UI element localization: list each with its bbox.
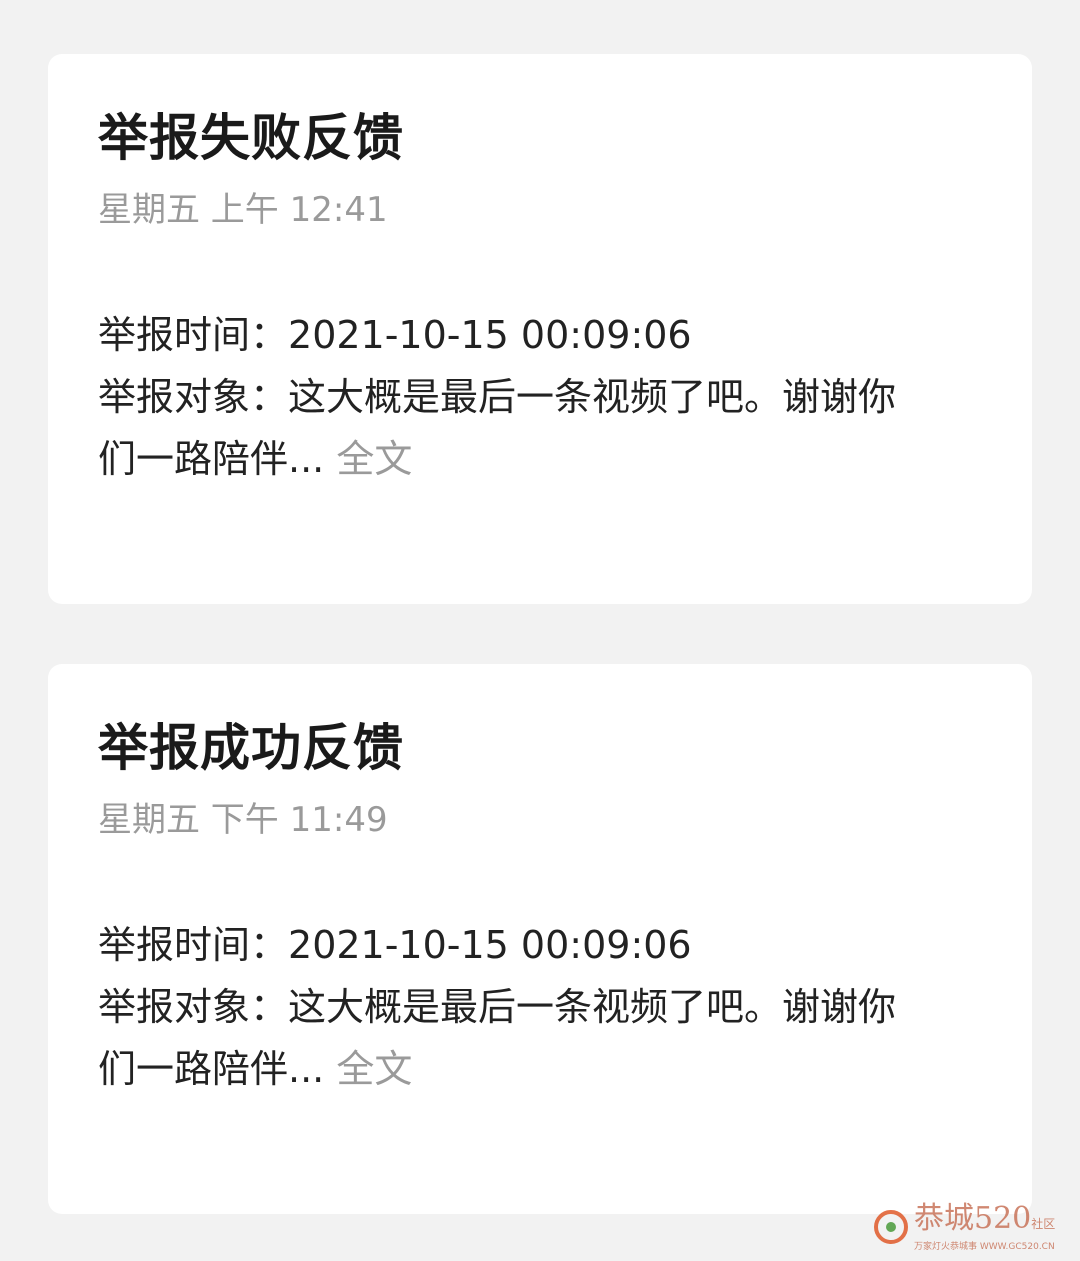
report-time-value: 2021-10-15 00:09:06: [288, 313, 692, 357]
report-target-value-cont: 们一路陪伴...: [98, 437, 325, 481]
report-target-line: 举报对象：这大概是最后一条视频了吧。谢谢你: [98, 976, 988, 1038]
report-time-line: 举报时间：2021-10-15 00:09:06: [98, 304, 988, 366]
report-target-line: 举报对象：这大概是最后一条视频了吧。谢谢你: [98, 366, 988, 428]
report-target-value: 这大概是最后一条视频了吧。谢谢你: [288, 985, 897, 1029]
site-watermark: 恭城520社区 万家灯火恭城事 WWW.GC520.CN: [874, 1197, 1074, 1257]
card-title: 举报成功反馈: [98, 719, 404, 777]
expand-full-text-link[interactable]: 全文: [336, 1047, 412, 1091]
report-target-value: 这大概是最后一条视频了吧。谢谢你: [288, 375, 897, 419]
report-target-line-2: 们一路陪伴... 全文: [98, 1038, 988, 1100]
watermark-side-text: 社区: [1031, 1216, 1056, 1231]
report-target-line-2: 们一路陪伴... 全文: [98, 428, 988, 490]
report-time-line: 举报时间：2021-10-15 00:09:06: [98, 914, 988, 976]
card-title: 举报失败反馈: [98, 109, 404, 167]
notification-card[interactable]: 举报失败反馈 星期五 上午 12:41 举报时间：2021-10-15 00:0…: [48, 54, 1032, 604]
watermark-main-text: 恭城520: [914, 1200, 1032, 1236]
watermark-sub-text: 万家灯火恭城事 WWW.GC520.CN: [914, 1241, 1055, 1252]
expand-full-text-link[interactable]: 全文: [336, 437, 412, 481]
card-timestamp: 星期五 下午 11:49: [98, 800, 388, 840]
report-target-value-cont: 们一路陪伴...: [98, 1047, 325, 1091]
card-body: 举报时间：2021-10-15 00:09:06 举报对象：这大概是最后一条视频…: [98, 304, 988, 490]
report-target-label: 举报对象：: [98, 375, 289, 419]
card-body: 举报时间：2021-10-15 00:09:06 举报对象：这大概是最后一条视频…: [98, 914, 988, 1100]
report-target-label: 举报对象：: [98, 985, 289, 1029]
report-time-label: 举报时间：: [98, 313, 289, 357]
report-time-value: 2021-10-15 00:09:06: [288, 923, 692, 967]
card-timestamp: 星期五 上午 12:41: [98, 190, 388, 230]
report-time-label: 举报时间：: [98, 923, 289, 967]
watermark-logo-icon: [874, 1210, 908, 1244]
notification-card[interactable]: 举报成功反馈 星期五 下午 11:49 举报时间：2021-10-15 00:0…: [48, 664, 1032, 1214]
